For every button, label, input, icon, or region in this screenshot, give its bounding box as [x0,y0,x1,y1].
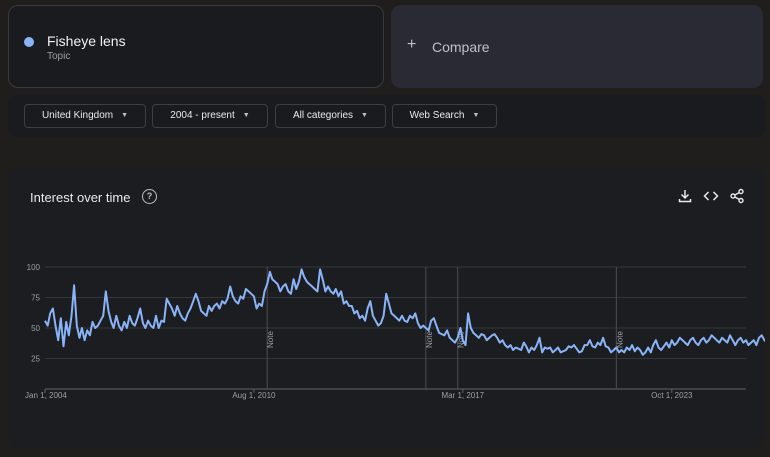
y-tick-label: 100 [27,263,41,272]
dropdown-arrow-icon: ▼ [242,112,250,119]
compare-label: Compare [432,39,490,55]
note-label: Note [266,331,275,348]
compare-button[interactable]: + Compare [391,5,763,88]
region-filter-dropdown[interactable]: United Kingdom ▼ [24,104,146,128]
time-range-dropdown[interactable]: 2004 - present ▼ [152,104,268,128]
y-tick-label: 75 [31,294,40,303]
interest-over-time-card: Interest over time ? 25 50 75 100 Jan 1, 200… [8,168,765,447]
x-tick-label: Aug 1, 2010 [232,391,276,400]
x-tick-label: Mar 1, 2017 [441,391,484,400]
search-term-name: Fisheye lens [47,33,126,49]
category-label: All categories [293,110,354,121]
dropdown-arrow-icon: ▼ [472,112,480,119]
filter-bar: United Kingdom ▼ 2004 - present ▼ All cate… [8,95,765,137]
interest-series-line [44,268,765,356]
y-tick-label: 50 [31,324,40,333]
search-type-dropdown[interactable]: Web Search ▼ [392,104,497,128]
x-tick-label: Jan 1, 2004 [25,391,67,400]
search-term-card[interactable]: Fisheye lens Topic [8,5,384,88]
search-type-label: Web Search [409,110,465,121]
dropdown-arrow-icon: ▼ [361,112,368,119]
note-label: Note [425,331,434,348]
y-tick-label: 25 [31,355,40,364]
dropdown-arrow-icon: ▼ [121,112,129,119]
plus-icon: + [407,36,417,53]
region-filter-label: United Kingdom [41,110,114,121]
category-dropdown[interactable]: All categories ▼ [275,104,386,128]
series-color-dot [24,37,34,47]
x-tick-label: Oct 1, 2023 [651,391,693,400]
search-term-type: Topic [47,51,71,62]
interest-line-chart: 25 50 75 100 Jan 1, 2004 Aug 1, 2010 Mar 1, 20… [25,263,765,400]
note-label: Note [615,331,624,348]
time-range-label: 2004 - present [170,110,235,121]
